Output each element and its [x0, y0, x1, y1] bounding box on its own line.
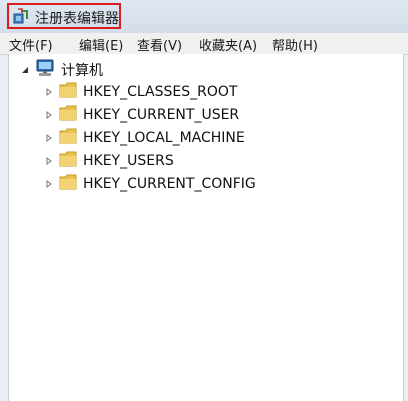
tree-node-label: HKEY_CLASSES_ROOT — [83, 84, 238, 100]
folder-icon — [59, 105, 77, 125]
menu-bar: 文件(F) 编辑(E) 查看(V) 收藏夹(A) 帮助(H) — [0, 33, 408, 55]
tree-node-label: HKEY_LOCAL_MACHINE — [83, 130, 245, 146]
menu-file[interactable]: 文件(F) — [9, 35, 53, 54]
tree-node-computer[interactable]: 计算机 — [21, 59, 103, 81]
tree-node-hkey-local-machine[interactable]: HKEY_LOCAL_MACHINE — [45, 128, 245, 148]
folder-icon — [59, 128, 77, 148]
tree-node-label: HKEY_CURRENT_CONFIG — [83, 176, 256, 192]
window-title: 注册表编辑器 — [35, 11, 119, 27]
tree-node-label: HKEY_USERS — [83, 153, 174, 169]
registry-editor-window: 注册表编辑器 文件(F) 编辑(E) 查看(V) 收藏夹(A) 帮助(H) 计算… — [0, 0, 408, 401]
expand-arrow-icon[interactable] — [45, 157, 53, 165]
expand-arrow-icon[interactable] — [45, 88, 53, 96]
expand-arrow-icon[interactable] — [45, 111, 53, 119]
computer-icon — [35, 59, 55, 81]
tree-node-label: HKEY_CURRENT_USER — [83, 107, 240, 123]
collapse-arrow-icon[interactable] — [21, 66, 29, 74]
menu-favorites[interactable]: 收藏夹(A) — [199, 35, 257, 54]
tree-node-hkey-current-user[interactable]: HKEY_CURRENT_USER — [45, 105, 239, 125]
menu-help[interactable]: 帮助(H) — [272, 35, 318, 54]
expand-arrow-icon[interactable] — [45, 180, 53, 188]
expand-arrow-icon[interactable] — [45, 134, 53, 142]
folder-icon — [59, 151, 77, 171]
tree-node-hkey-classes-root[interactable]: HKEY_CLASSES_ROOT — [45, 82, 237, 102]
folder-icon — [59, 174, 77, 194]
folder-icon — [59, 82, 77, 102]
tree-node-label: 计算机 — [61, 63, 103, 79]
tree-pane[interactable]: 计算机 HKEY_CLASSES_ROOT HKEY_CURRENT_USER — [8, 54, 404, 401]
tree-node-hkey-users[interactable]: HKEY_USERS — [45, 151, 174, 171]
menu-view[interactable]: 查看(V) — [137, 35, 182, 54]
menu-edit[interactable]: 编辑(E) — [79, 35, 123, 54]
title-bar[interactable]: 注册表编辑器 — [0, 0, 408, 33]
tree-node-hkey-current-config[interactable]: HKEY_CURRENT_CONFIG — [45, 174, 256, 194]
registry-editor-icon — [12, 8, 30, 26]
